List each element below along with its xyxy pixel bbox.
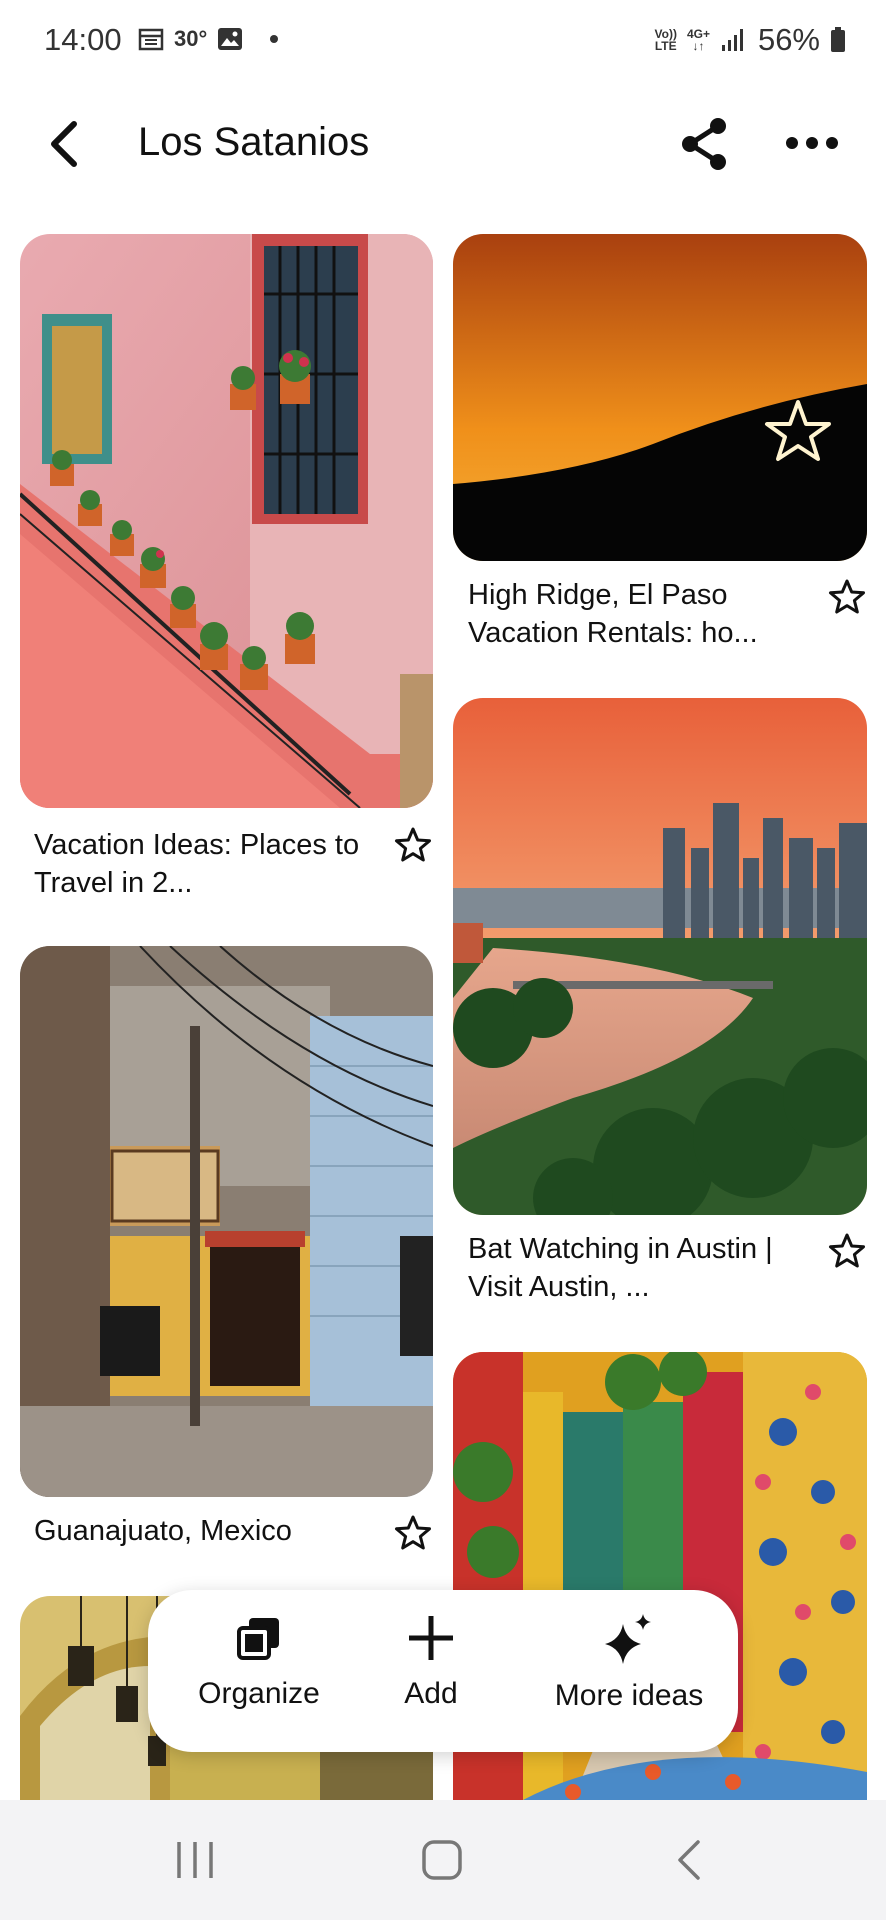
board-header: Los Satanios <box>0 96 886 196</box>
pin-caption-vacation-ideas[interactable]: Vacation Ideas: Places to Travel in 2... <box>34 826 364 902</box>
add-button[interactable]: Add <box>386 1614 476 1711</box>
guanajuato-street-illustration <box>20 946 433 1497</box>
data-arrows-icon: ↓↑ <box>692 39 705 53</box>
share-icon <box>682 118 726 170</box>
star-icon[interactable] <box>394 826 432 864</box>
more-ideas-button[interactable]: More ideas <box>544 1614 714 1713</box>
pin-caption-guanajuato[interactable]: Guanajuato, Mexico <box>34 1512 364 1550</box>
pin-image-austin[interactable] <box>453 698 867 1215</box>
more-ideas-label: More ideas <box>554 1679 704 1712</box>
star-icon[interactable] <box>828 578 866 616</box>
plus-icon <box>409 1616 453 1660</box>
network-type-indicator: 4G+ ↓↑ <box>687 28 710 52</box>
battery-percentage: 56% <box>757 22 820 57</box>
system-navigation-bar <box>0 1800 886 1920</box>
back-button[interactable] <box>44 118 84 170</box>
gallery-icon <box>218 28 243 50</box>
calendar-icon <box>138 28 164 51</box>
volte-bottom-text: LTE <box>654 39 677 53</box>
organize-button[interactable]: Organize <box>194 1614 324 1711</box>
austin-skyline-illustration <box>453 698 867 1215</box>
recents-icon[interactable] <box>174 1838 216 1882</box>
more-options-button[interactable] <box>784 128 840 158</box>
sparkle-icon <box>605 1614 651 1664</box>
back-icon[interactable] <box>674 1838 704 1882</box>
pin-image-guanajuato[interactable] <box>20 946 433 1497</box>
pin-image-sunset-star[interactable] <box>453 234 867 561</box>
status-bar: 14:00 30° Vo)) LTE 4G+ ↓↑ 56% <box>0 0 886 84</box>
star-icon[interactable] <box>828 1232 866 1270</box>
home-icon[interactable] <box>420 1838 464 1882</box>
status-time: 14:00 <box>44 22 122 57</box>
volte-indicator: Vo)) LTE <box>655 28 677 52</box>
battery-icon <box>831 27 845 52</box>
organize-icon <box>237 1618 279 1660</box>
pin-image-staircase[interactable] <box>20 234 433 808</box>
board-action-bar: Organize Add More ideas <box>148 1590 738 1752</box>
status-temperature: 30° <box>174 26 208 51</box>
signal-icon <box>721 29 743 51</box>
organize-label: Organize <box>198 1677 320 1710</box>
status-right-icons: Vo)) LTE 4G+ ↓↑ 56% <box>655 22 847 58</box>
notification-dot-icon <box>270 35 279 43</box>
status-left-icons: 30° <box>138 26 281 52</box>
add-label: Add <box>404 1677 458 1710</box>
staircase-illustration <box>20 234 433 808</box>
sunset-star-illustration <box>453 234 867 561</box>
board-title: Los Satanios <box>138 120 370 164</box>
pin-caption-high-ridge[interactable]: High Ridge, El Paso Vacation Rentals: ho… <box>468 576 798 652</box>
star-icon[interactable] <box>394 1514 432 1552</box>
pin-caption-bat-watching[interactable]: Bat Watching in Austin | Visit Austin, .… <box>468 1230 798 1306</box>
share-button[interactable] <box>678 116 730 172</box>
